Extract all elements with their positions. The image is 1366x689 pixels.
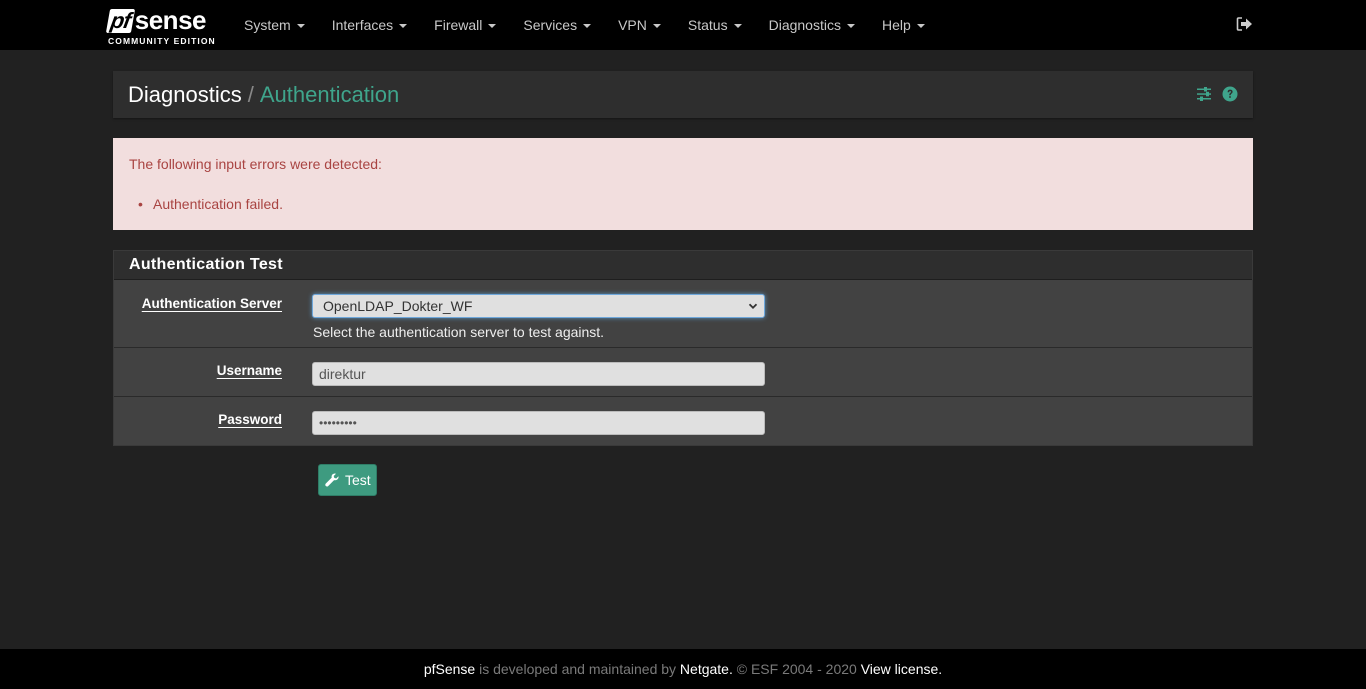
menu-diagnostics[interactable]: Diagnostics: [755, 0, 868, 50]
caret-down-icon: [652, 24, 661, 29]
menu-firewall[interactable]: Firewall: [420, 0, 509, 50]
authentication-server-select[interactable]: OpenLDAP_Dokter_WF: [312, 294, 765, 318]
menu-label: VPN: [618, 17, 647, 33]
menu-label: Help: [881, 17, 911, 33]
server-help-text: Select the authentication server to test…: [313, 324, 605, 340]
view-license-link[interactable]: View license.: [861, 661, 942, 677]
sliders-icon[interactable]: [1196, 86, 1212, 102]
error-item: Authentication failed.: [138, 196, 283, 212]
form-row-username: Username direktur: [114, 348, 1252, 397]
menu-label: Status: [687, 17, 728, 33]
logo-sense: sense: [134, 5, 207, 35]
netgate-link[interactable]: Netgate.: [680, 661, 733, 677]
caret-down-icon: [583, 24, 592, 29]
breadcrumb-parent: Diagnostics: [128, 82, 242, 107]
test-button-label: Test: [345, 472, 371, 488]
caret-down-icon: [846, 24, 855, 29]
breadcrumb: Diagnostics / Authentication: [128, 71, 399, 118]
chevron-down-icon: [748, 303, 758, 309]
footer-product: pfSense: [423, 661, 476, 677]
wrench-icon: [325, 473, 339, 487]
caret-down-icon: [488, 24, 497, 29]
caret-down-icon: [296, 24, 305, 29]
pfsense-logo[interactable]: pf sense COMMUNITY EDITION: [105, 5, 218, 47]
footer-text: is developed and maintained by: [475, 661, 680, 677]
alert-title: The following input errors were detected…: [129, 156, 382, 172]
menu-help[interactable]: Help: [868, 0, 938, 50]
caret-down-icon: [399, 24, 408, 29]
username-label: Username: [216, 363, 282, 378]
footer: pfSense is developed and maintained by N…: [0, 649, 1366, 689]
authentication-test-panel: Authentication Test Authentication Serve…: [113, 250, 1253, 446]
server-label: Authentication Server: [141, 296, 282, 311]
caret-down-icon: [916, 24, 925, 29]
selected-value: OpenLDAP_Dokter_WF: [323, 298, 473, 314]
menu-system[interactable]: System: [230, 0, 318, 50]
logo-pf: pf: [105, 8, 135, 33]
menu-label: Services: [523, 17, 578, 33]
main-menu: System Interfaces Firewall Services VPN …: [230, 0, 938, 50]
menu-status[interactable]: Status: [674, 0, 755, 50]
username-input[interactable]: direktur: [312, 362, 765, 386]
menu-vpn[interactable]: VPN: [604, 0, 674, 50]
caret-down-icon: [733, 24, 742, 29]
top-navbar: pf sense COMMUNITY EDITION System Interf…: [0, 0, 1366, 50]
menu-label: Interfaces: [331, 17, 394, 33]
error-list: Authentication failed.: [138, 196, 283, 212]
password-input[interactable]: •••••••••: [312, 411, 765, 435]
panel-title: Authentication Test: [114, 251, 1252, 280]
page-header: Diagnostics / Authentication: [113, 71, 1253, 118]
menu-label: System: [244, 17, 291, 33]
logo-edition: COMMUNITY EDITION: [108, 36, 216, 46]
breadcrumb-current[interactable]: Authentication: [260, 82, 399, 107]
question-circle-icon[interactable]: [1222, 86, 1238, 102]
menu-services[interactable]: Services: [509, 0, 604, 50]
error-alert: The following input errors were detected…: [113, 138, 1253, 230]
menu-label: Firewall: [434, 17, 483, 33]
menu-label: Diagnostics: [768, 17, 841, 33]
password-label: Password: [218, 412, 282, 427]
form-row-server: Authentication Server OpenLDAP_Dokter_WF…: [114, 280, 1252, 348]
breadcrumb-separator: /: [247, 82, 254, 107]
menu-interfaces[interactable]: Interfaces: [318, 0, 420, 50]
footer-copyright: © ESF 2004 - 2020: [732, 661, 861, 677]
sign-out-icon[interactable]: [1236, 15, 1254, 33]
test-button[interactable]: Test: [318, 464, 377, 496]
form-row-password: Password •••••••••: [114, 397, 1252, 445]
